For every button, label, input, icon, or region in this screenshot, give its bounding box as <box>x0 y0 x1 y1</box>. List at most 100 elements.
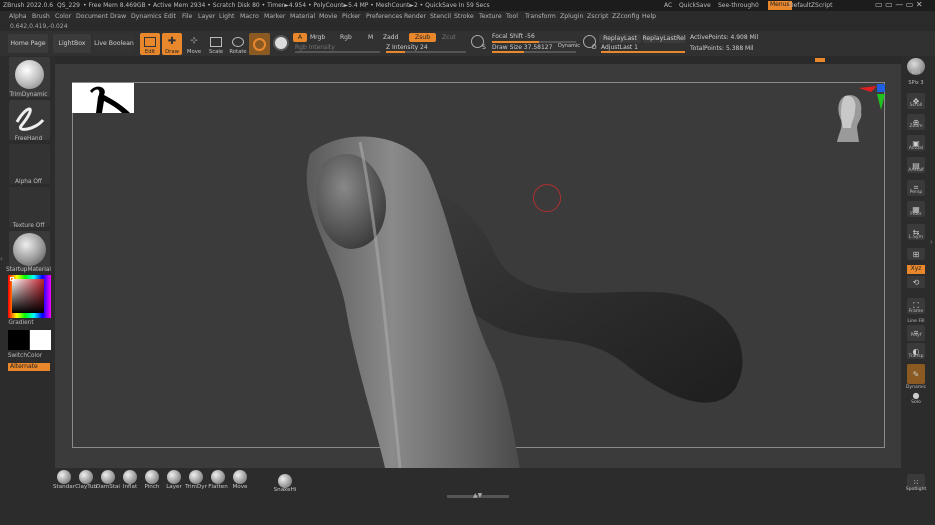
draw-size-track[interactable] <box>492 51 576 53</box>
left-collapse-icon[interactable]: ‹ <box>0 255 3 263</box>
solo-button[interactable]: ● <box>907 390 925 400</box>
inflat-brush-icon[interactable] <box>123 470 137 484</box>
standard-brush-label[interactable]: Standar <box>52 484 76 490</box>
defaultzscript-button[interactable]: DefaultZScript <box>789 2 832 9</box>
sculpt-model[interactable] <box>55 64 901 468</box>
pinch-brush-icon[interactable] <box>145 470 159 484</box>
edit-button[interactable]: Edit <box>140 33 160 55</box>
damstandard-brush-label[interactable]: DamStai <box>96 484 120 490</box>
menu-edit[interactable]: Edit <box>164 13 176 20</box>
a-button[interactable]: A <box>293 33 307 42</box>
adjustlast-track[interactable] <box>601 51 685 53</box>
scale-button[interactable]: Scale <box>206 33 226 55</box>
move-brush-label[interactable]: Move <box>228 484 252 490</box>
menu-color[interactable]: Color <box>55 13 71 20</box>
trimdynamic-brush-label[interactable]: TrimDyr <box>184 484 208 490</box>
current-brush-thumbnail[interactable] <box>9 57 50 97</box>
menu-tool[interactable]: Tool <box>506 13 518 20</box>
claytubes-brush-icon[interactable] <box>79 470 93 484</box>
m-button[interactable]: M <box>368 35 373 41</box>
alpha-thumbnail[interactable] <box>9 144 50 184</box>
pinch-brush-label[interactable]: Pinch <box>140 484 164 490</box>
menu-render[interactable]: Render <box>404 13 426 20</box>
shelf-toggle-icon[interactable]: ▲▼ <box>473 492 482 499</box>
secondary-color-swatch[interactable] <box>30 330 51 350</box>
seethrough-slider-label[interactable]: See-through <box>718 2 755 9</box>
menu-texture[interactable]: Texture <box>479 13 502 20</box>
color-picker-handle[interactable] <box>10 277 14 281</box>
move-button[interactable]: ⊹ Move <box>184 33 204 56</box>
layer-brush-icon[interactable] <box>167 470 181 484</box>
material-sphere-icon[interactable] <box>273 35 289 51</box>
menu-help[interactable]: Help <box>642 13 656 20</box>
menu-file[interactable]: File <box>182 13 192 20</box>
draw-button[interactable]: ✚ Draw <box>162 33 182 55</box>
texture-thumbnail[interactable] <box>9 187 50 227</box>
menu-preferences[interactable]: Preferences <box>366 13 402 20</box>
rgb-button[interactable]: Rgb <box>340 35 352 41</box>
mrgb-button[interactable]: Mrgb <box>310 35 325 41</box>
window-controls-icon[interactable]: ▭ ▭ — ▭ ✕ <box>875 0 923 9</box>
snakehook-brush-label[interactable]: SnakeHi <box>273 487 297 493</box>
replaylast-button[interactable]: ReplayLast <box>599 34 641 43</box>
snakehook-brush-icon[interactable] <box>278 474 292 488</box>
quicksave-button[interactable]: QuickSave <box>679 2 711 9</box>
menu-layer[interactable]: Layer <box>198 13 215 20</box>
inflat-brush-label[interactable]: Inflat <box>118 484 142 490</box>
menu-brush[interactable]: Brush <box>32 13 50 20</box>
replaylastrel-button[interactable]: ReplayLastRel <box>642 34 686 43</box>
dynamic-button[interactable]: ✎ <box>907 364 925 384</box>
local-button[interactable]: ⊞ <box>907 248 925 260</box>
menu-stroke[interactable]: Stroke <box>454 13 474 20</box>
zcut-button[interactable]: Zcut <box>442 35 456 41</box>
ac-label[interactable]: AC <box>664 2 672 9</box>
menu-zscript[interactable]: Zscript <box>587 13 608 20</box>
xyz-toggle[interactable]: Xyz <box>907 265 925 274</box>
menu-draw[interactable]: Draw <box>110 13 126 20</box>
material-thumbnail[interactable] <box>9 231 50 271</box>
flatten-brush-label[interactable]: Flatten <box>206 484 230 490</box>
rotate-button[interactable]: Rotate <box>228 33 248 55</box>
menu-dynamics[interactable]: Dynamics <box>131 13 162 20</box>
standard-brush-icon[interactable] <box>57 470 71 484</box>
menu-macro[interactable]: Macro <box>240 13 259 20</box>
claytubes-brush-label[interactable]: ClayTub <box>74 484 98 490</box>
menu-movie[interactable]: Movie <box>319 13 337 20</box>
move-brush-icon[interactable] <box>233 470 247 484</box>
scroll-marker[interactable] <box>815 58 825 62</box>
spix-setting[interactable]: SPix 3 <box>902 80 930 86</box>
menu-light[interactable]: Light <box>219 13 234 20</box>
zsub-button[interactable]: Zsub <box>409 33 436 42</box>
live-boolean-button[interactable]: Live Boolean <box>94 34 134 53</box>
z-intensity-track[interactable] <box>386 51 466 53</box>
lightbox-button[interactable]: LightBox <box>53 34 91 53</box>
stroke-thumbnail[interactable] <box>9 100 50 140</box>
home-page-button[interactable]: Home Page <box>8 34 48 53</box>
flatten-brush-icon[interactable] <box>211 470 225 484</box>
primary-color-swatch[interactable] <box>8 330 29 350</box>
dynamic-toggle[interactable]: Dynamic <box>558 44 580 49</box>
switchcolor-button[interactable]: SwitchColor <box>0 353 50 359</box>
menu-document[interactable]: Document <box>76 13 108 20</box>
axis-gizmo-icon[interactable] <box>857 82 887 112</box>
trimdynamic-brush-shelf-icon[interactable] <box>189 470 203 484</box>
alternate-button[interactable]: Alternate <box>8 363 50 371</box>
damstandard-brush-icon[interactable] <box>101 470 115 484</box>
rgb-intensity-track[interactable] <box>295 51 380 53</box>
menu-transform[interactable]: Transform <box>525 13 556 20</box>
color-picker[interactable] <box>8 275 51 318</box>
zadd-button[interactable]: Zadd <box>383 35 398 41</box>
menu-stencil[interactable]: Stencil <box>430 13 451 20</box>
menu-marker[interactable]: Marker <box>264 13 285 20</box>
color-square[interactable] <box>12 279 44 313</box>
right-collapse-icon[interactable]: › <box>930 238 933 246</box>
brush-selector-button[interactable] <box>249 33 270 55</box>
menu-picker[interactable]: Picker <box>342 13 360 20</box>
menu-material[interactable]: Material <box>290 13 315 20</box>
menu-zzconfig[interactable]: ZZconfig <box>612 13 639 20</box>
focal-shift-slider[interactable]: Focal Shift -56 <box>492 34 535 40</box>
gradient-label[interactable]: Gradient <box>0 320 42 326</box>
layer-brush-label[interactable]: Layer <box>162 484 186 490</box>
rotate-axis-button[interactable]: ⟲ <box>907 276 925 288</box>
menu-alpha[interactable]: Alpha <box>9 13 27 20</box>
